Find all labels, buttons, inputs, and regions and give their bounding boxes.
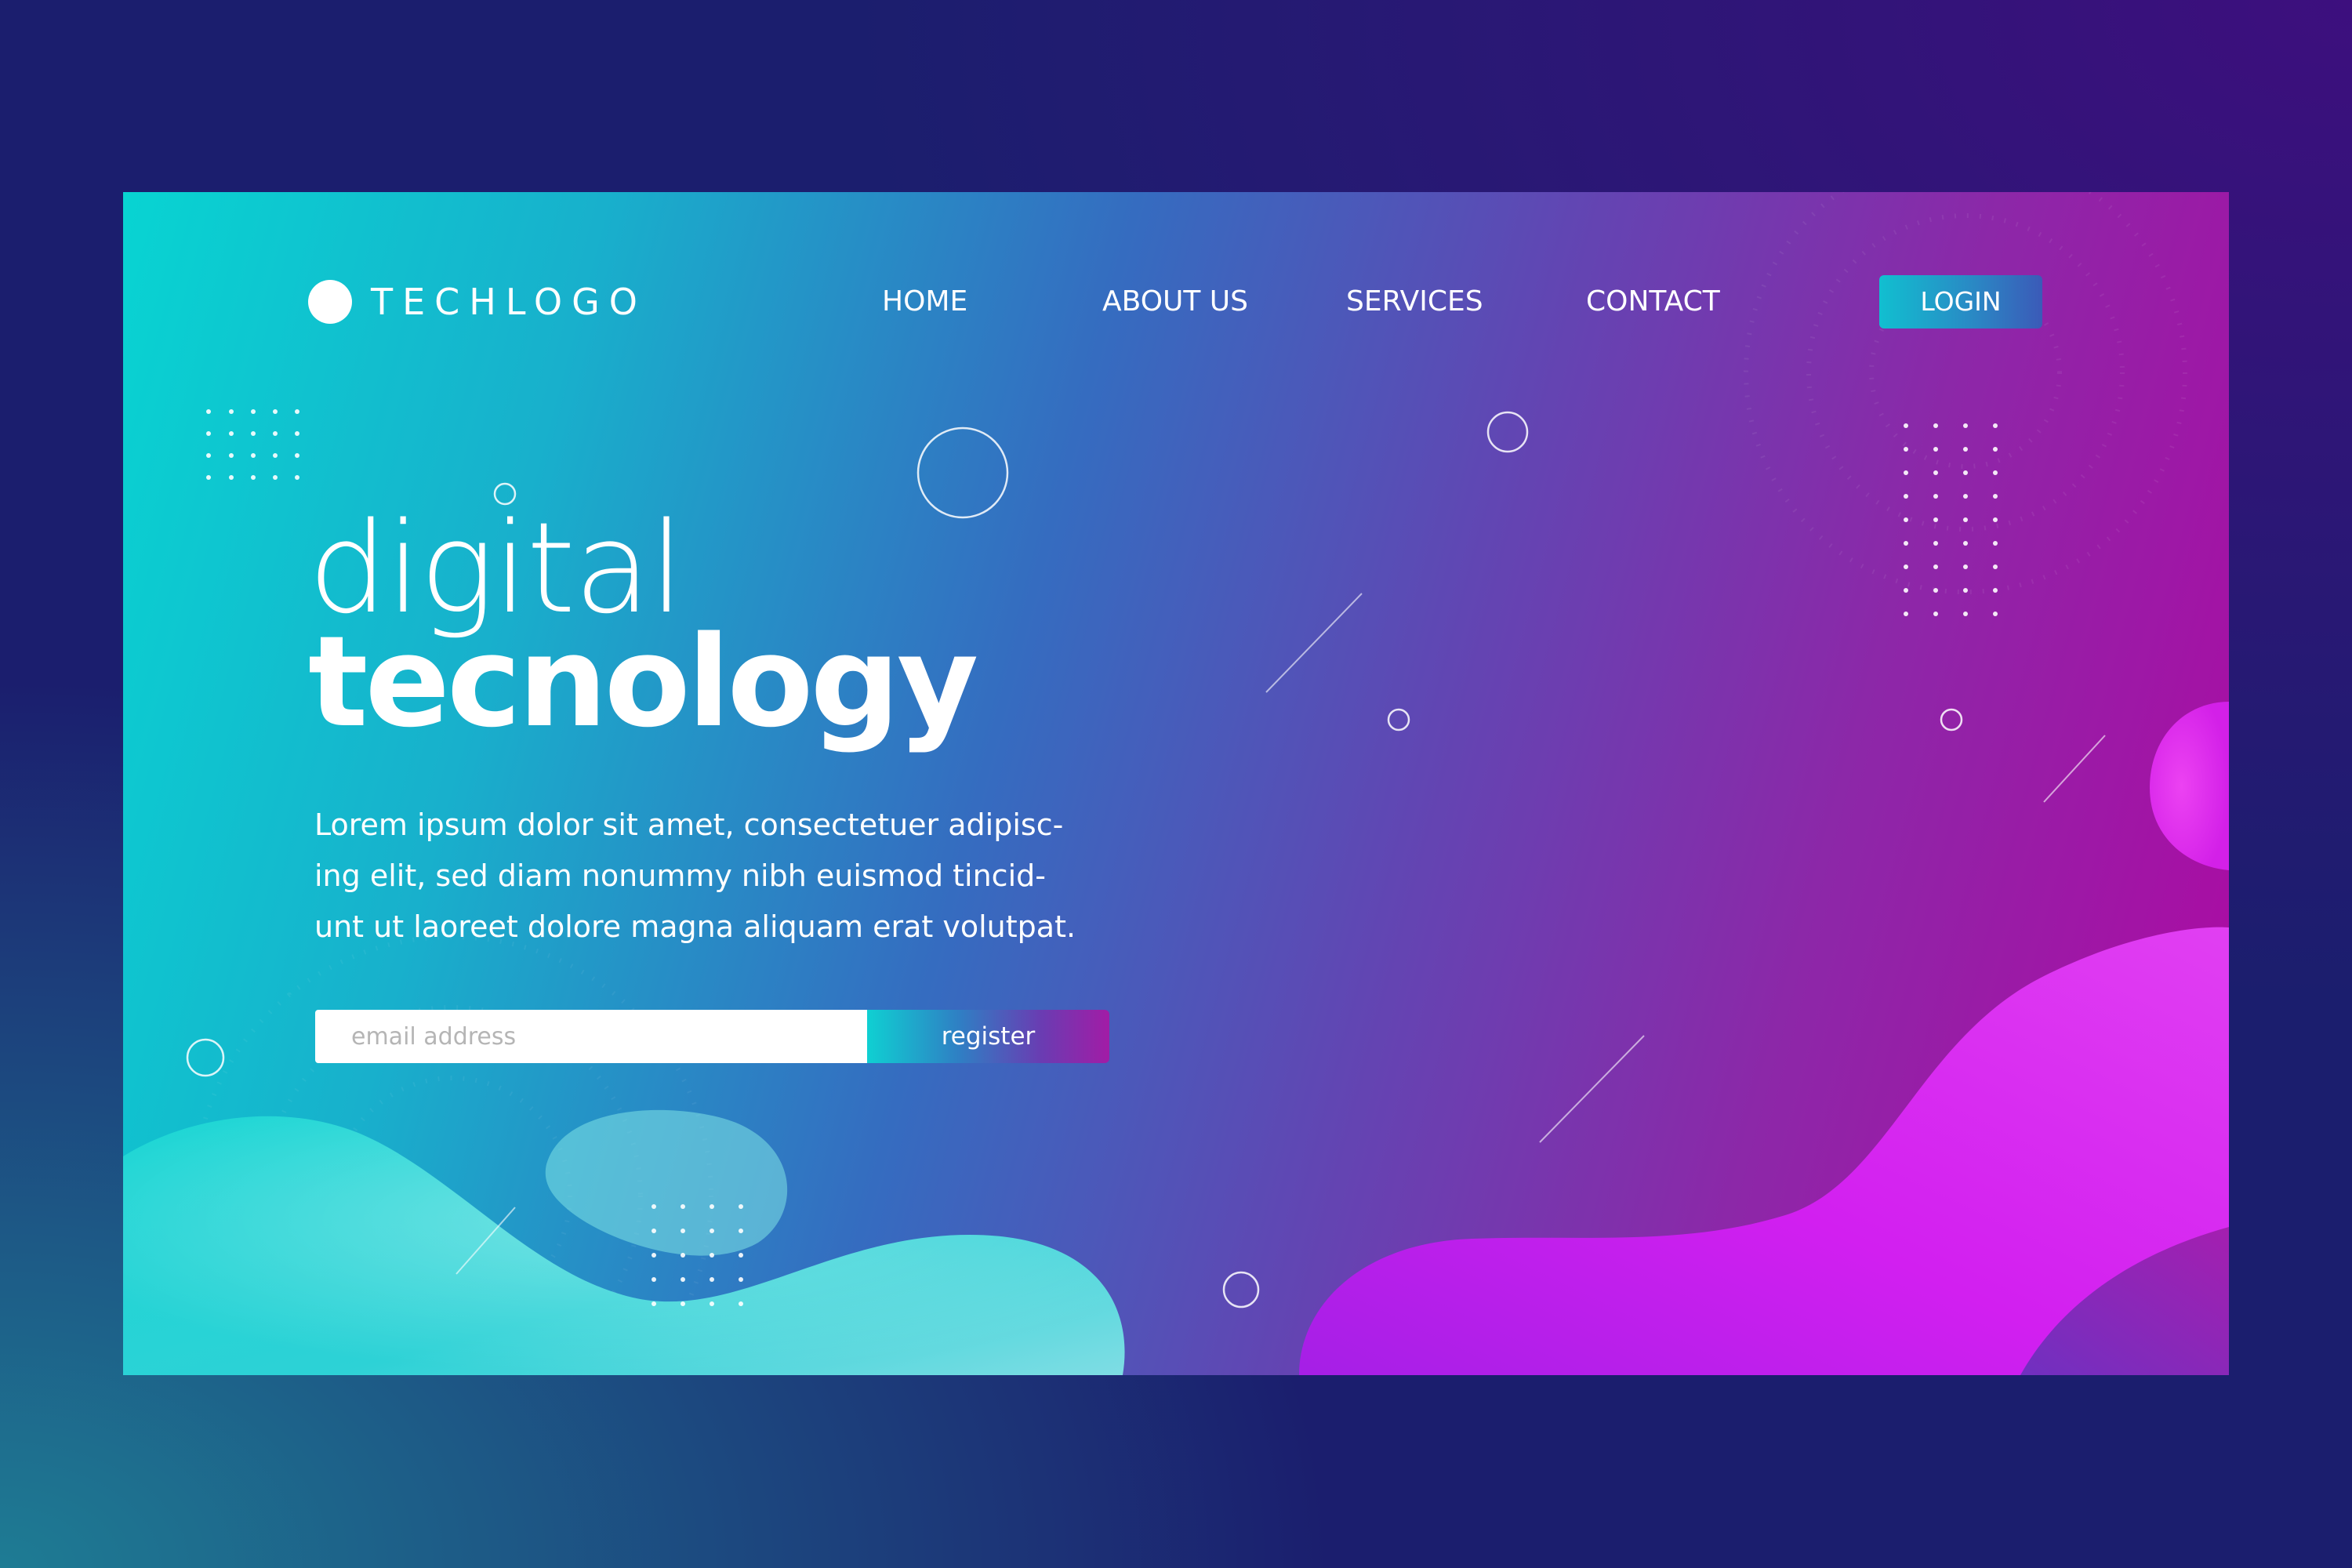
email-input[interactable]: [315, 1010, 867, 1063]
dot-grid-top-right: [1904, 423, 1998, 616]
dotted-rings-right: [1744, 192, 2187, 594]
small-outline-circle: [186, 1038, 225, 1077]
tiny-outline-circle: [1387, 708, 1410, 731]
brand-logo[interactable]: TECHLOGO: [308, 278, 647, 325]
circle-logo-icon: [308, 280, 352, 324]
logo-text: TECHLOGO: [371, 281, 647, 323]
dot-grid-top-left: [206, 409, 299, 480]
register-button[interactable]: register: [867, 1010, 1109, 1063]
description-line: ing elit, sed diam nonummy nibh euismod …: [314, 858, 1046, 893]
hero-title-bold: tecnology: [308, 608, 978, 755]
nav-services-link[interactable]: SERVICES: [1346, 280, 1483, 324]
landing-page-frame: TECHLOGO HOME ABOUT US SERVICES CONTACT …: [123, 192, 2229, 1375]
description-line: unt ut laoreet dolore magna aliquam erat…: [314, 909, 1076, 944]
nav-about-us-link[interactable]: ABOUT US: [1102, 280, 1248, 324]
nav-home-link[interactable]: HOME: [882, 280, 967, 324]
description-line: Lorem ipsum dolor sit amet, consectetuer…: [314, 808, 1064, 842]
small-outline-circle: [1222, 1271, 1260, 1308]
small-outline-circle: [1486, 411, 1529, 453]
login-button[interactable]: LOGIN: [1879, 275, 2042, 328]
tiny-outline-circle: [1940, 708, 1963, 731]
magenta-side-blob: [2150, 702, 2229, 870]
signup-form: register: [315, 1010, 1109, 1063]
hero-description: Lorem ipsum dolor sit amet, consectetuer…: [314, 800, 1145, 953]
decorative-background: [123, 192, 2229, 1375]
teal-small-blob: [545, 1109, 788, 1256]
nav-contact-link[interactable]: CONTACT: [1586, 280, 1720, 324]
large-outline-circle: [916, 426, 1009, 519]
